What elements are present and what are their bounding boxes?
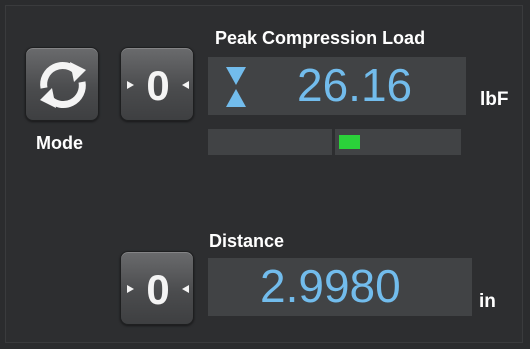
svg-text:0: 0 xyxy=(146,266,169,313)
zero-tare-icon: 0 xyxy=(127,266,189,313)
load-title: Peak Compression Load xyxy=(215,28,426,48)
mode-label: Mode xyxy=(36,133,83,153)
load-value-box: 26.16 xyxy=(208,57,466,115)
distance-value-box: 2.9980 xyxy=(208,258,472,316)
hourglass-peak-icon xyxy=(226,67,246,107)
distance-value: 2.9980 xyxy=(260,260,401,312)
readout-panel: Mode 0 Peak Compression Load 26.16 lbF 0… xyxy=(5,5,523,343)
distance-unit: in xyxy=(479,291,496,312)
load-bar-left xyxy=(208,129,332,155)
refresh-cycle-icon xyxy=(40,62,86,108)
load-value: 26.16 xyxy=(297,59,413,111)
load-zero-button[interactable]: 0 xyxy=(120,47,194,121)
distance-zero-button[interactable]: 0 xyxy=(120,251,194,325)
load-bar-indicator xyxy=(339,135,360,149)
zero-tare-icon: 0 xyxy=(127,62,189,109)
load-unit: lbF xyxy=(480,89,509,110)
distance-title: Distance xyxy=(209,231,285,251)
svg-text:0: 0 xyxy=(146,62,169,109)
mode-button[interactable] xyxy=(25,47,99,121)
